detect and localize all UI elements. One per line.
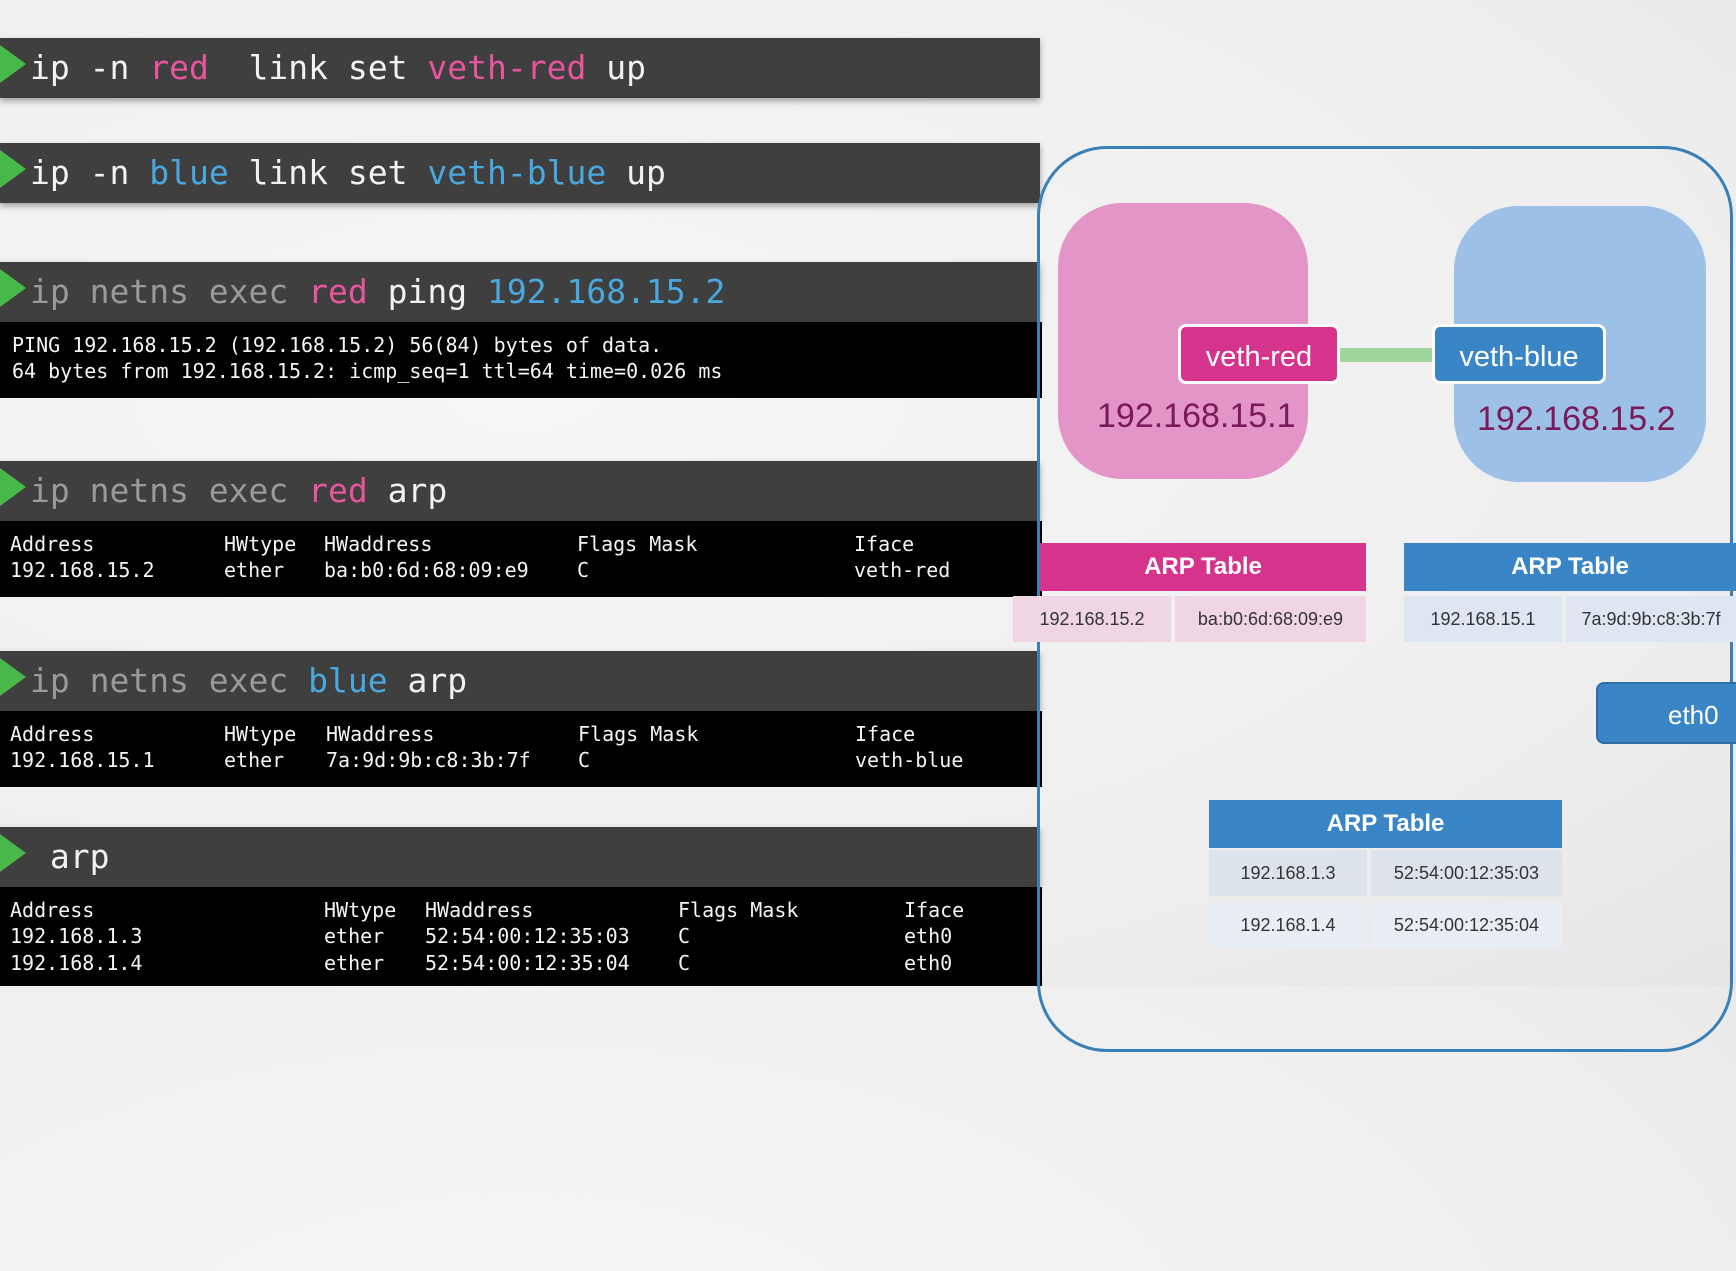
cmd-text: ip netns exec (30, 661, 309, 700)
cmd-text: up (586, 48, 646, 87)
host-arp-ip-cell: 192.168.1.4 (1209, 902, 1367, 948)
cell: veth-red (854, 558, 951, 582)
col-header: Iface (854, 532, 915, 556)
command-blue-link-up: ip -n blue link set veth-blue up (0, 143, 1040, 203)
cell: 192.168.1.3 (10, 924, 143, 948)
namespace-name: red (149, 48, 209, 87)
red-arp-ip-cell: 192.168.15.2 (1013, 596, 1171, 642)
command-arp-host: arp (0, 827, 1040, 887)
red-arp-mac-cell: ba:b0:6d:68:09:e9 (1175, 596, 1366, 642)
prompt-arrow-icon (0, 45, 26, 83)
cmd-text: ip netns exec (30, 471, 309, 510)
prompt-arrow-icon (0, 658, 26, 696)
eth0-interface: eth0 (1596, 682, 1736, 744)
command-ping: ip netns exec red ping 192.168.15.2 (0, 262, 1040, 322)
col-header: HWaddress (425, 898, 534, 922)
command-red-link-up: ip -n red link set veth-red up (0, 38, 1040, 98)
cell: veth-blue (855, 748, 964, 772)
host-arp-table-title: ARP Table (1209, 800, 1562, 848)
cell: eth0 (904, 951, 953, 975)
ping-target: 192.168.15.2 (486, 272, 726, 311)
command-arp-red: ip netns exec red arp (0, 461, 1040, 521)
cmd-text: arp (30, 837, 110, 876)
cell: C (678, 924, 691, 948)
col-header: HWaddress (326, 722, 435, 746)
ping-output: PING 192.168.15.2 (192.168.15.2) 56(84) … (0, 322, 1042, 398)
cmd-text: ping (367, 272, 487, 311)
col-header: HWtype (224, 722, 297, 746)
cmd-text: ip -n (30, 153, 150, 192)
namespace-name: red (308, 471, 368, 510)
cell: ba:b0:6d:68:09:e9 (324, 558, 529, 582)
cell: ether (224, 748, 285, 772)
veth-blue-interface: veth-blue (1432, 324, 1606, 384)
output-line: PING 192.168.15.2 (192.168.15.2) 56(84) … (12, 333, 663, 357)
cell: ether (324, 951, 385, 975)
cell: C (678, 951, 691, 975)
host-arp-mac-cell: 52:54:00:12:35:03 (1371, 850, 1562, 896)
prompt-arrow-icon (0, 834, 26, 872)
cell: C (577, 558, 590, 582)
cmd-text: ip -n (30, 48, 150, 87)
cmd-text: up (606, 153, 666, 192)
command-arp-blue: ip netns exec blue arp (0, 651, 1040, 711)
cmd-text: arp (367, 471, 448, 510)
cell: 7a:9d:9b:c8:3b:7f (326, 748, 531, 772)
arp-host-output: Address HWtype HWaddress Flags Mask Ifac… (0, 887, 1042, 986)
blue-arp-mac-cell: 7a:9d:9b:c8:3b:7f (1566, 596, 1736, 642)
col-header: HWtype (324, 898, 397, 922)
prompt-arrow-icon (0, 468, 26, 506)
host-arp-mac-cell: 52:54:00:12:35:04 (1371, 902, 1562, 948)
cell: ether (224, 558, 285, 582)
arp-blue-output: Address HWtype HWaddress Flags Mask Ifac… (0, 711, 1042, 787)
interface-name: veth-blue (427, 153, 607, 192)
col-header: HWtype (224, 532, 297, 556)
cell: 192.168.15.1 (10, 748, 155, 772)
veth-pipe (1340, 348, 1434, 362)
col-header: Address (10, 898, 95, 922)
cell: ether (324, 924, 385, 948)
cmd-text: link set (228, 153, 428, 192)
prompt-arrow-icon (0, 150, 26, 188)
cmd-text: ip netns exec (30, 272, 309, 311)
col-header: Flags Mask (678, 898, 799, 922)
col-header: Flags Mask (577, 532, 698, 556)
cell: 192.168.15.2 (10, 558, 155, 582)
namespace-name: blue (149, 153, 229, 192)
output-line: 64 bytes from 192.168.15.2: icmp_seq=1 t… (12, 359, 723, 383)
blue-ip-label: 192.168.15.2 (1477, 400, 1676, 438)
host-arp-ip-cell: 192.168.1.3 (1209, 850, 1367, 896)
col-header: Iface (855, 722, 916, 746)
cell: eth0 (904, 924, 953, 948)
cmd-text: arp (387, 661, 468, 700)
prompt-arrow-icon (0, 269, 26, 307)
namespace-name: red (308, 272, 368, 311)
red-arp-table-title: ARP Table (1040, 543, 1366, 591)
col-header: HWaddress (324, 532, 433, 556)
col-header: Flags Mask (578, 722, 699, 746)
veth-red-interface: veth-red (1178, 324, 1340, 384)
arp-red-output: Address HWtype HWaddress Flags Mask Ifac… (0, 521, 1042, 597)
col-header: Address (10, 532, 95, 556)
red-ip-label: 192.168.15.1 (1097, 397, 1296, 435)
interface-name: veth-red (427, 48, 587, 87)
blue-arp-ip-cell: 192.168.15.1 (1404, 596, 1562, 642)
cell: 52:54:00:12:35:03 (425, 924, 630, 948)
cell: C (578, 748, 591, 772)
cell: 52:54:00:12:35:04 (425, 951, 630, 975)
namespace-name: blue (308, 661, 388, 700)
cell: 192.168.1.4 (10, 951, 143, 975)
blue-arp-table-title: ARP Table (1404, 543, 1736, 591)
col-header: Address (10, 722, 95, 746)
col-header: Iface (904, 898, 965, 922)
cmd-text: link set (208, 48, 428, 87)
